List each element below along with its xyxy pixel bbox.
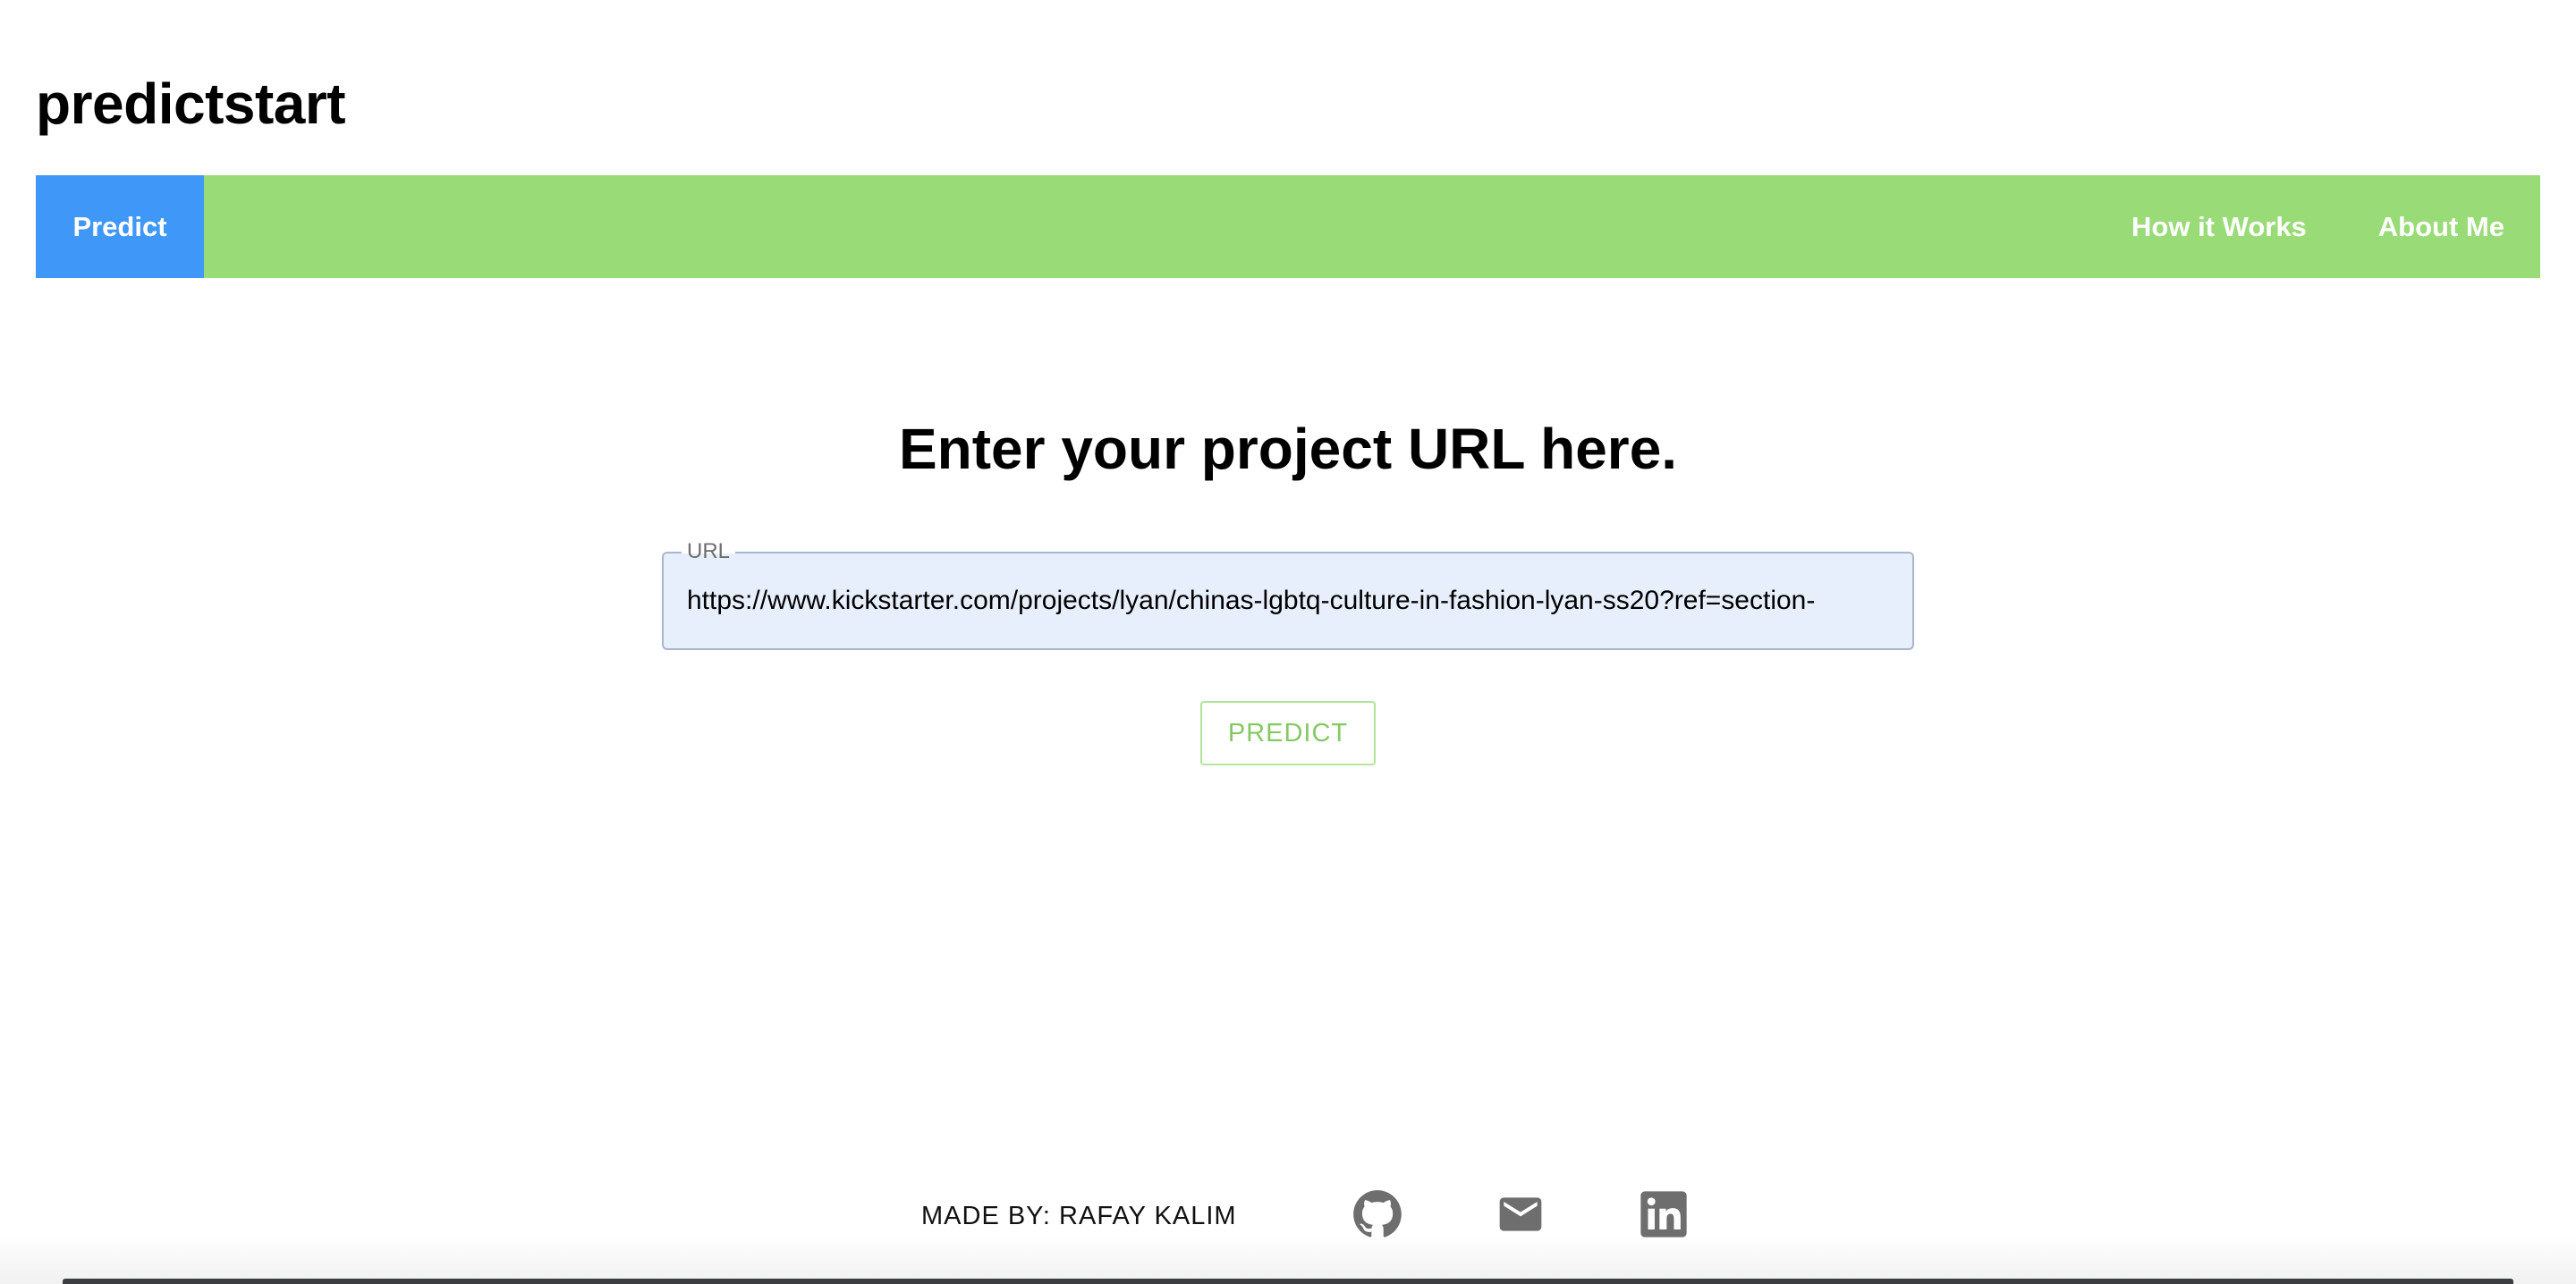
page-heading: Enter your project URL here.: [898, 417, 1678, 481]
navbar: Predict How it Works About Me: [36, 175, 2540, 278]
footer-bottom-edge: [63, 1279, 2513, 1284]
page: predictstart Predict How it Works About …: [0, 0, 2576, 1284]
site-title[interactable]: predictstart: [36, 70, 346, 138]
made-by-text: MADE BY: RAFAY KALIM: [921, 1202, 1237, 1230]
url-field: URL: [662, 538, 1914, 650]
nav-predict[interactable]: Predict: [36, 175, 204, 278]
github-icon[interactable]: [1352, 1189, 1402, 1239]
footer: MADE BY: RAFAY KALIM: [0, 1162, 2576, 1284]
url-input[interactable]: [687, 553, 1891, 648]
mail-icon[interactable]: [1496, 1189, 1546, 1239]
navbar-spacer: [204, 175, 2096, 278]
predict-button[interactable]: PREDICT: [1200, 701, 1376, 765]
nav-about-me[interactable]: About Me: [2343, 175, 2540, 278]
linkedin-icon[interactable]: [1639, 1189, 1689, 1239]
nav-how-it-works[interactable]: How it Works: [2096, 175, 2343, 278]
